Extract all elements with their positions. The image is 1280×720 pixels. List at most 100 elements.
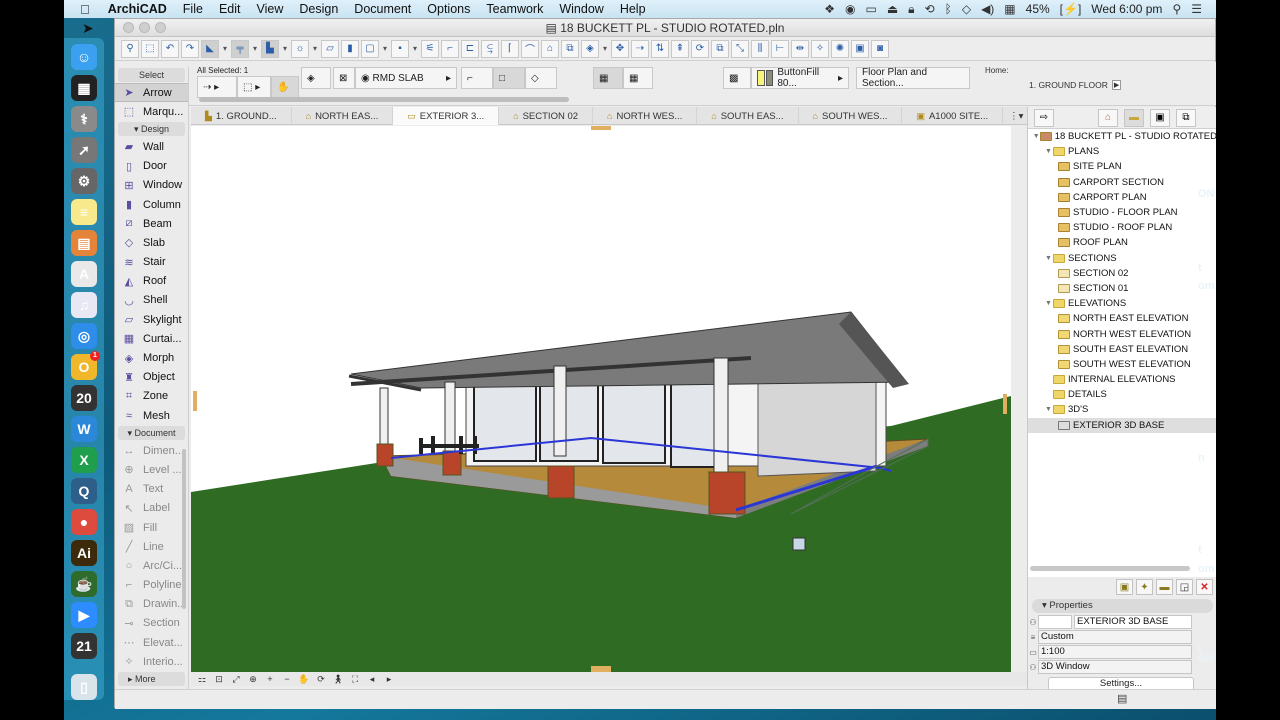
expand-arrow-icon[interactable]: ▼ xyxy=(1032,133,1040,140)
spotlight-search-icon[interactable]: ⚲ xyxy=(1172,2,1181,16)
toolbar-dropdown-arrow-icon[interactable]: ▾ xyxy=(381,44,389,53)
dock-app-archicad-21[interactable]: 21 xyxy=(71,633,97,659)
tab-section-02[interactable]: ⌂ SECTION 02 xyxy=(499,107,594,125)
tool-label[interactable]: ↖ Label xyxy=(115,499,188,518)
layer-lock-button[interactable]: ⊠ xyxy=(333,67,355,89)
toolbox-header-select[interactable]: Select xyxy=(118,68,185,82)
view-id-field[interactable] xyxy=(1038,615,1072,629)
home-story-arrow-icon[interactable]: ▶ xyxy=(1111,80,1122,90)
toolbar-undo-button[interactable]: ↶ xyxy=(161,39,179,58)
tab-south-wes[interactable]: ⌂ SOUTH WES... xyxy=(799,107,903,125)
tree-item[interactable]: SECTION 01 xyxy=(1028,281,1216,296)
toolbar-stretch-button[interactable]: ◈ xyxy=(581,39,599,58)
toolbar-adjust-button[interactable]: ⥹ xyxy=(481,39,499,58)
toolbar-magic-wand-button[interactable]: ✧ xyxy=(811,39,829,58)
tool-curtain-wall[interactable]: ▦ Curtai... xyxy=(115,329,188,348)
apple-menu-icon[interactable]:  xyxy=(64,2,100,17)
properties-header[interactable]: ▾ Properties xyxy=(1032,599,1213,613)
model-view-field[interactable]: Custom xyxy=(1038,630,1192,644)
toolbar-dropdown-arrow-icon[interactable]: ▾ xyxy=(281,44,289,53)
toolbar-dropdown-arrow-icon[interactable]: ▾ xyxy=(601,44,609,53)
zoom-out-icon[interactable]: − xyxy=(280,673,294,685)
toolbar-camera-button[interactable]: ◙ xyxy=(871,39,889,58)
tab-north-wes[interactable]: ⌂ NORTH WES... xyxy=(593,107,698,125)
toolbar-distribute-button[interactable]: ⇹ xyxy=(791,39,809,58)
tool-stair[interactable]: ≋ Stair xyxy=(115,253,188,272)
lock-icon[interactable]: 🔒︎ xyxy=(908,2,914,17)
zoom-in-icon[interactable]: + xyxy=(263,673,277,685)
navigator-scrollbar[interactable] xyxy=(1030,566,1190,571)
dock-app-system-preferences[interactable]: ⚙ xyxy=(71,168,97,194)
tool-column[interactable]: ▮ Column xyxy=(115,195,188,214)
tree-item[interactable]: STUDIO - FLOOR PLAN xyxy=(1028,205,1216,220)
toolbar-split-button[interactable]: ⊏ xyxy=(461,39,479,58)
dock-app-calendar[interactable]: ▤ xyxy=(71,230,97,256)
tree-item[interactable]: ▼ PLANS xyxy=(1028,144,1216,159)
dock-app-trash[interactable]: ▯ xyxy=(71,674,97,700)
toolbox-scrollbar[interactable] xyxy=(182,449,186,609)
wifi-icon[interactable]: ◇ xyxy=(962,2,971,16)
slab-polygonal-button[interactable]: ⌐ xyxy=(461,67,493,89)
bluetooth-icon[interactable]: ᛒ xyxy=(945,2,952,16)
tree-item[interactable]: STUDIO - ROOF PLAN xyxy=(1028,220,1216,235)
fill-pattern-button[interactable]: ▩ xyxy=(723,67,751,89)
tool-zone[interactable]: ⌗ Zone xyxy=(115,387,188,406)
surface-top-button[interactable]: ▦ xyxy=(593,67,623,89)
rename-button[interactable]: ◲ xyxy=(1176,579,1193,595)
menu-window[interactable]: Window xyxy=(551,2,611,16)
toolbar-trace-button[interactable]: ⚟ xyxy=(421,39,439,58)
tool-polyline[interactable]: ⌐ Polyline xyxy=(115,576,188,595)
next-view-icon[interactable]: ▸ xyxy=(382,673,396,685)
tool-text[interactable]: A Text xyxy=(115,480,188,499)
layer-combination-icon[interactable]: ⚏ xyxy=(195,673,209,685)
tool-marquee[interactable]: ⬚ Marqu... xyxy=(115,102,188,121)
dock-app-archicad-20[interactable]: 20 xyxy=(71,385,97,411)
quick-selection-button[interactable]: ✋ xyxy=(271,76,299,98)
toolbar-intersect-button[interactable]: ⌈ xyxy=(501,39,519,58)
toolbar-find-select-button[interactable]: ⚲ xyxy=(121,39,139,58)
publisher-sets-button[interactable]: ⧉ xyxy=(1176,108,1196,127)
clone-view-button[interactable]: ✦ xyxy=(1136,579,1153,595)
slab-rectangle-button[interactable]: □ xyxy=(493,67,525,89)
toolbar-snap-guides-button[interactable]: ◣ xyxy=(201,39,219,58)
tool-window[interactable]: ⊞ Window xyxy=(115,176,188,195)
layer-dropdown[interactable]: ◉ RMD SLAB ▸ xyxy=(355,67,457,89)
dock-app-zoom[interactable]: ▶ xyxy=(71,602,97,628)
menu-file[interactable]: File xyxy=(175,2,211,16)
structure-field[interactable]: 3D Window xyxy=(1038,660,1192,674)
floor-plan-section-button[interactable]: Floor Plan and Section... xyxy=(856,67,970,89)
3d-viewport[interactable] xyxy=(191,126,1011,672)
fit-in-window-icon[interactable]: ⤢ xyxy=(229,673,243,685)
toolbar-solid-ops-button[interactable]: ⧉ xyxy=(561,39,579,58)
infobox-scrollbar[interactable] xyxy=(199,97,569,102)
toolbar-elevate-button[interactable]: ⇞ xyxy=(671,39,689,58)
tree-item[interactable]: NORTH EAST ELEVATION xyxy=(1028,311,1216,326)
tool-section[interactable]: ⊸ Section xyxy=(115,614,188,633)
tool-arrow[interactable]: ➤ Arrow xyxy=(115,83,188,103)
tree-item[interactable]: SOUTH WEST ELEVATION xyxy=(1028,357,1216,372)
menu-design[interactable]: Design xyxy=(291,2,346,16)
menu-document[interactable]: Document xyxy=(346,2,419,16)
tool-dimension[interactable]: ↔ Dimen... xyxy=(115,441,188,460)
tab-1-ground[interactable]: ▙ 1. GROUND... xyxy=(191,107,292,125)
dock-app-disk-utility[interactable]: ⚕ xyxy=(71,106,97,132)
dock-app-acrobat[interactable]: A xyxy=(71,261,97,287)
menu-options[interactable]: Options xyxy=(419,2,478,16)
toolbar-dropdown-arrow-icon[interactable]: ▾ xyxy=(221,44,229,53)
tree-item[interactable]: CARPORT SECTION xyxy=(1028,175,1216,190)
tool-elevation[interactable]: ⋯ Elevat... xyxy=(115,633,188,652)
3d-model-render[interactable] xyxy=(191,126,1011,672)
tool-roof[interactable]: ◭ Roof xyxy=(115,272,188,291)
tree-item[interactable]: EXTERIOR 3D BASE xyxy=(1028,417,1216,433)
tab-a1000-site[interactable]: ▣ A1000 SITE... xyxy=(902,107,1004,125)
toolbar-move-button[interactable]: ✥ xyxy=(611,39,629,58)
tab-exterior-3[interactable]: ▭ EXTERIOR 3... xyxy=(393,107,500,125)
expand-arrow-icon[interactable]: ▼ xyxy=(1044,300,1053,307)
dock-app-word[interactable]: W xyxy=(71,416,97,442)
tree-item[interactable]: ▼ SECTIONS xyxy=(1028,251,1216,266)
orbit-icon[interactable]: ⟳ xyxy=(314,673,328,685)
tree-item[interactable]: CARPORT PLAN xyxy=(1028,190,1216,205)
toolbar-redo-button[interactable]: ↷ xyxy=(181,39,199,58)
tab-north-eas[interactable]: ⌂ NORTH EAS... xyxy=(292,107,394,125)
previous-view-icon[interactable]: ◂ xyxy=(365,673,379,685)
